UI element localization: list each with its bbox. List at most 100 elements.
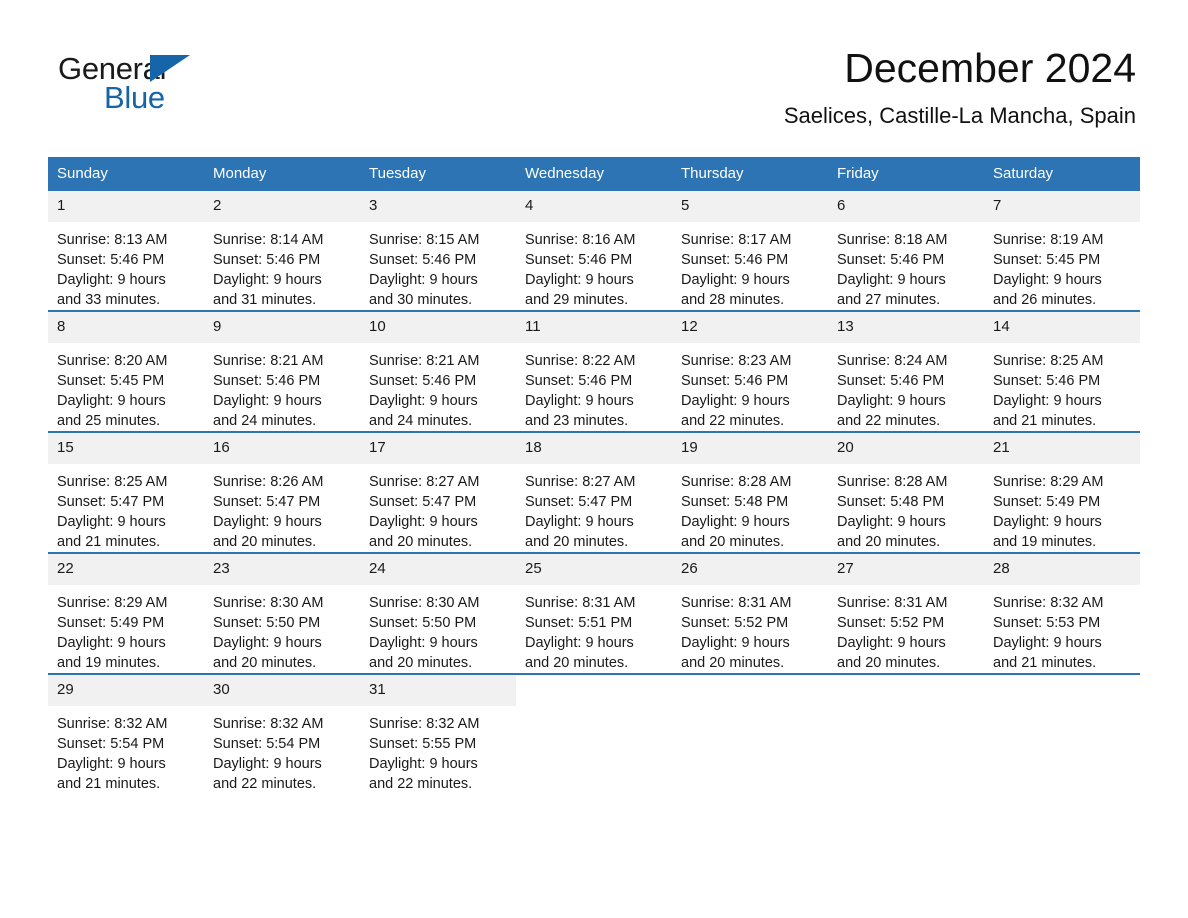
day-cell[interactable]: 11 Sunrise: 8:22 AM Sunset: 5:46 PM Dayl… — [516, 310, 672, 432]
day-number: 30 — [204, 675, 360, 706]
sunset-text: Sunset: 5:46 PM — [681, 373, 789, 389]
day-details: Sunrise: 8:28 AM Sunset: 5:48 PM Dayligh… — [672, 464, 828, 552]
daylight-text-line1: Daylight: 9 hours — [993, 635, 1102, 651]
daylight-text-line2: and 26 minutes. — [993, 292, 1097, 308]
day-number — [516, 675, 672, 706]
day-details: Sunrise: 8:26 AM Sunset: 5:47 PM Dayligh… — [204, 464, 360, 552]
day-cell[interactable]: 28 Sunrise: 8:32 AM Sunset: 5:53 PM Dayl… — [984, 552, 1140, 674]
day-cell[interactable]: 17 Sunrise: 8:27 AM Sunset: 5:47 PM Dayl… — [360, 431, 516, 553]
day-cell[interactable]: 18 Sunrise: 8:27 AM Sunset: 5:47 PM Dayl… — [516, 431, 672, 553]
daylight-text-line2: and 22 minutes. — [213, 776, 317, 792]
calendar-week-row: 8 Sunrise: 8:20 AM Sunset: 5:45 PM Dayli… — [48, 310, 1140, 432]
day-details: Sunrise: 8:21 AM Sunset: 5:46 PM Dayligh… — [360, 343, 516, 431]
daylight-text-line2: and 24 minutes. — [369, 413, 473, 429]
day-cell[interactable]: 13 Sunrise: 8:24 AM Sunset: 5:46 PM Dayl… — [828, 310, 984, 432]
daylight-text-line1: Daylight: 9 hours — [369, 514, 478, 530]
day-cell[interactable]: 27 Sunrise: 8:31 AM Sunset: 5:52 PM Dayl… — [828, 552, 984, 674]
day-number — [984, 675, 1140, 706]
sunrise-text: Sunrise: 8:30 AM — [369, 595, 480, 611]
sunset-text: Sunset: 5:55 PM — [369, 736, 477, 752]
day-cell[interactable]: 1 Sunrise: 8:13 AM Sunset: 5:46 PM Dayli… — [48, 191, 204, 311]
day-number: 3 — [360, 191, 516, 222]
day-cell[interactable]: 19 Sunrise: 8:28 AM Sunset: 5:48 PM Dayl… — [672, 431, 828, 553]
daylight-text-line1: Daylight: 9 hours — [213, 393, 322, 409]
day-cell[interactable]: 23 Sunrise: 8:30 AM Sunset: 5:50 PM Dayl… — [204, 552, 360, 674]
day-details: Sunrise: 8:14 AM Sunset: 5:46 PM Dayligh… — [204, 222, 360, 310]
day-cell[interactable]: 3 Sunrise: 8:15 AM Sunset: 5:46 PM Dayli… — [360, 191, 516, 311]
day-cell[interactable]: 10 Sunrise: 8:21 AM Sunset: 5:46 PM Dayl… — [360, 310, 516, 432]
day-cell[interactable]: 30 Sunrise: 8:32 AM Sunset: 5:54 PM Dayl… — [204, 673, 360, 794]
day-number: 17 — [360, 433, 516, 464]
day-details: Sunrise: 8:32 AM Sunset: 5:54 PM Dayligh… — [204, 706, 360, 794]
daylight-text-line2: and 21 minutes. — [57, 534, 161, 550]
day-cell[interactable]: 5 Sunrise: 8:17 AM Sunset: 5:46 PM Dayli… — [672, 191, 828, 311]
sunrise-text: Sunrise: 8:23 AM — [681, 353, 792, 369]
day-details: Sunrise: 8:15 AM Sunset: 5:46 PM Dayligh… — [360, 222, 516, 310]
sunset-text: Sunset: 5:48 PM — [681, 494, 789, 510]
daylight-text-line1: Daylight: 9 hours — [525, 514, 634, 530]
day-cell[interactable]: 4 Sunrise: 8:16 AM Sunset: 5:46 PM Dayli… — [516, 191, 672, 311]
day-details: Sunrise: 8:29 AM Sunset: 5:49 PM Dayligh… — [984, 464, 1140, 552]
sunset-text: Sunset: 5:49 PM — [993, 494, 1101, 510]
daylight-text-line1: Daylight: 9 hours — [57, 272, 166, 288]
daylight-text-line2: and 20 minutes. — [837, 534, 941, 550]
day-cell[interactable]: 7 Sunrise: 8:19 AM Sunset: 5:45 PM Dayli… — [984, 191, 1140, 311]
day-cell-empty — [516, 673, 672, 794]
day-cell[interactable]: 2 Sunrise: 8:14 AM Sunset: 5:46 PM Dayli… — [204, 191, 360, 311]
sunrise-text: Sunrise: 8:30 AM — [213, 595, 324, 611]
sunrise-text: Sunrise: 8:27 AM — [369, 474, 480, 490]
day-cell[interactable]: 29 Sunrise: 8:32 AM Sunset: 5:54 PM Dayl… — [48, 673, 204, 794]
logo-triangle-icon — [150, 55, 190, 82]
day-details: Sunrise: 8:19 AM Sunset: 5:45 PM Dayligh… — [984, 222, 1140, 310]
title-block: December 2024 Saelices, Castille-La Manc… — [784, 44, 1136, 129]
sunset-text: Sunset: 5:51 PM — [525, 615, 633, 631]
day-number — [672, 675, 828, 706]
daylight-text-line1: Daylight: 9 hours — [525, 272, 634, 288]
day-cell[interactable]: 15 Sunrise: 8:25 AM Sunset: 5:47 PM Dayl… — [48, 431, 204, 553]
day-cell[interactable]: 31 Sunrise: 8:32 AM Sunset: 5:55 PM Dayl… — [360, 673, 516, 794]
sunset-text: Sunset: 5:46 PM — [213, 252, 321, 268]
daylight-text-line1: Daylight: 9 hours — [525, 393, 634, 409]
sunset-text: Sunset: 5:47 PM — [369, 494, 477, 510]
day-cell[interactable]: 6 Sunrise: 8:18 AM Sunset: 5:46 PM Dayli… — [828, 191, 984, 311]
day-details: Sunrise: 8:27 AM Sunset: 5:47 PM Dayligh… — [360, 464, 516, 552]
day-cell[interactable]: 21 Sunrise: 8:29 AM Sunset: 5:49 PM Dayl… — [984, 431, 1140, 553]
day-details: Sunrise: 8:31 AM Sunset: 5:52 PM Dayligh… — [672, 585, 828, 673]
day-cell[interactable]: 9 Sunrise: 8:21 AM Sunset: 5:46 PM Dayli… — [204, 310, 360, 432]
day-cell[interactable]: 12 Sunrise: 8:23 AM Sunset: 5:46 PM Dayl… — [672, 310, 828, 432]
sunrise-text: Sunrise: 8:26 AM — [213, 474, 324, 490]
weekday-header-thursday: Thursday — [672, 157, 828, 191]
sunrise-text: Sunrise: 8:21 AM — [213, 353, 324, 369]
daylight-text-line1: Daylight: 9 hours — [57, 756, 166, 772]
sunrise-text: Sunrise: 8:28 AM — [681, 474, 792, 490]
day-cell[interactable]: 20 Sunrise: 8:28 AM Sunset: 5:48 PM Dayl… — [828, 431, 984, 553]
calendar-table: Sunday Monday Tuesday Wednesday Thursday… — [48, 157, 1140, 794]
daylight-text-line2: and 19 minutes. — [57, 655, 161, 671]
daylight-text-line2: and 22 minutes. — [369, 776, 473, 792]
daylight-text-line2: and 20 minutes. — [525, 534, 629, 550]
day-cell[interactable]: 14 Sunrise: 8:25 AM Sunset: 5:46 PM Dayl… — [984, 310, 1140, 432]
day-cell[interactable]: 24 Sunrise: 8:30 AM Sunset: 5:50 PM Dayl… — [360, 552, 516, 674]
day-cell[interactable]: 26 Sunrise: 8:31 AM Sunset: 5:52 PM Dayl… — [672, 552, 828, 674]
day-details: Sunrise: 8:20 AM Sunset: 5:45 PM Dayligh… — [48, 343, 204, 431]
sunset-text: Sunset: 5:46 PM — [213, 373, 321, 389]
sunrise-text: Sunrise: 8:17 AM — [681, 232, 792, 248]
daylight-text-line1: Daylight: 9 hours — [681, 514, 790, 530]
daylight-text-line1: Daylight: 9 hours — [993, 272, 1102, 288]
day-details: Sunrise: 8:13 AM Sunset: 5:46 PM Dayligh… — [48, 222, 204, 310]
day-cell[interactable]: 22 Sunrise: 8:29 AM Sunset: 5:49 PM Dayl… — [48, 552, 204, 674]
daylight-text-line2: and 25 minutes. — [57, 413, 161, 429]
day-number: 27 — [828, 554, 984, 585]
sunset-text: Sunset: 5:46 PM — [525, 252, 633, 268]
calendar-week-row: 15 Sunrise: 8:25 AM Sunset: 5:47 PM Dayl… — [48, 431, 1140, 553]
calendar-week-row: 22 Sunrise: 8:29 AM Sunset: 5:49 PM Dayl… — [48, 552, 1140, 674]
day-cell[interactable]: 16 Sunrise: 8:26 AM Sunset: 5:47 PM Dayl… — [204, 431, 360, 553]
day-cell[interactable]: 8 Sunrise: 8:20 AM Sunset: 5:45 PM Dayli… — [48, 310, 204, 432]
day-details: Sunrise: 8:32 AM Sunset: 5:55 PM Dayligh… — [360, 706, 516, 794]
daylight-text-line2: and 28 minutes. — [681, 292, 785, 308]
day-number: 29 — [48, 675, 204, 706]
day-cell[interactable]: 25 Sunrise: 8:31 AM Sunset: 5:51 PM Dayl… — [516, 552, 672, 674]
daylight-text-line1: Daylight: 9 hours — [57, 393, 166, 409]
daylight-text-line1: Daylight: 9 hours — [681, 272, 790, 288]
daylight-text-line1: Daylight: 9 hours — [369, 756, 478, 772]
